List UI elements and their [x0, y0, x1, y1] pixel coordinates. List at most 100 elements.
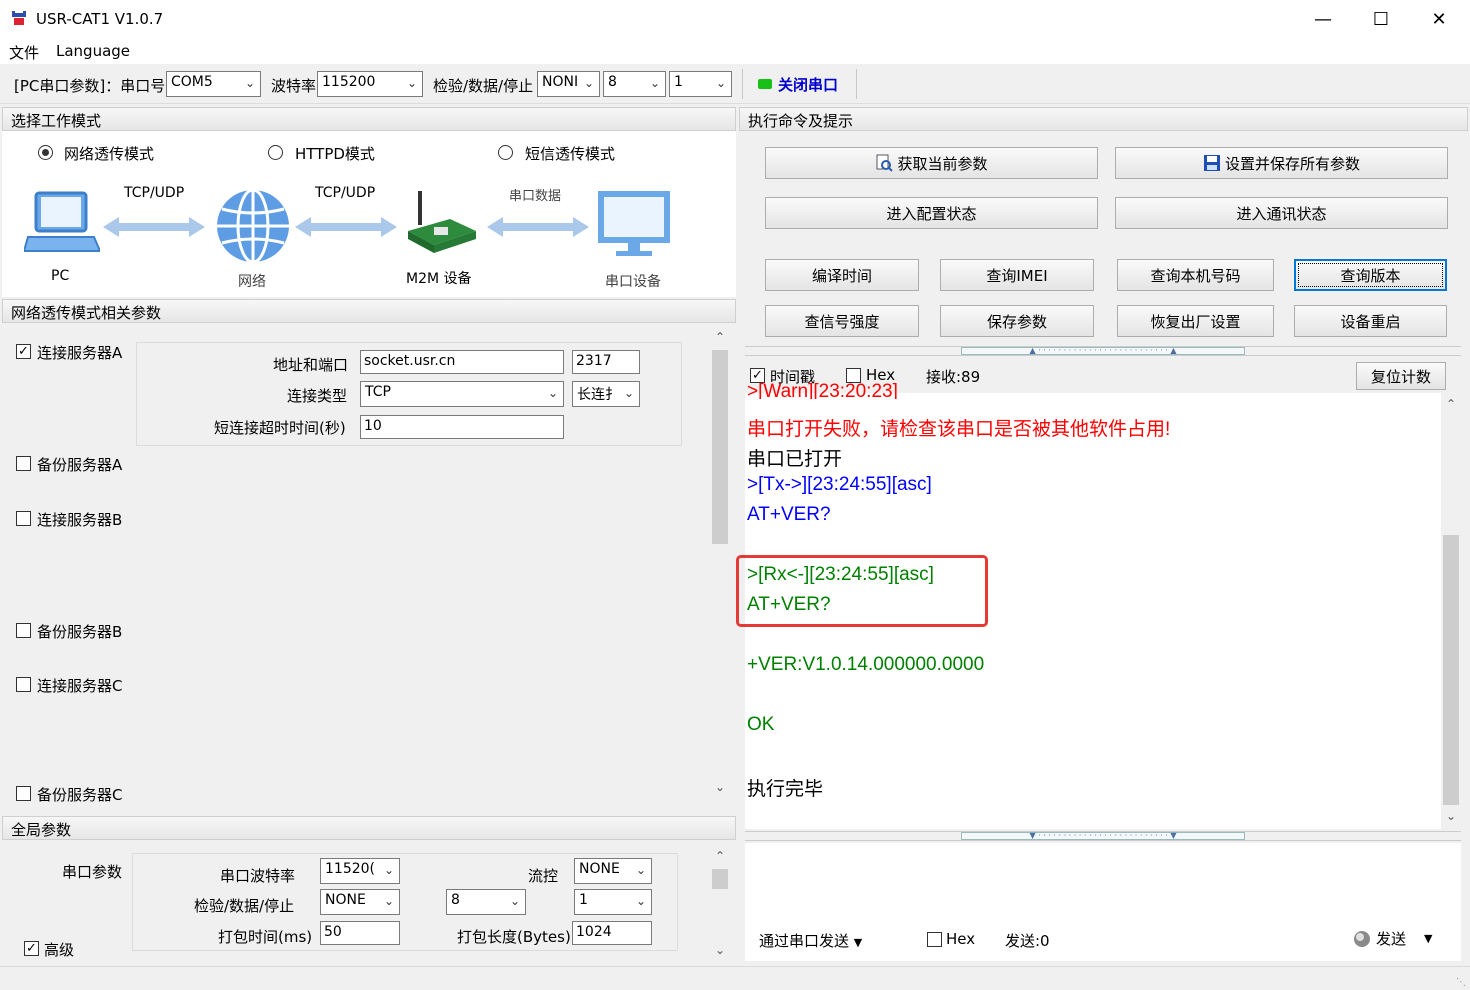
resize-grip-icon[interactable]: ⋱: [1456, 977, 1466, 988]
option-httpd-mode[interactable]: HTTPD模式: [295, 143, 375, 164]
close-button[interactable]: ✕: [1410, 0, 1468, 38]
backup-server-a-checkbox[interactable]: [16, 456, 31, 471]
chevron-down-icon: ⌄: [383, 863, 394, 877]
scroll-up-icon[interactable]: ⌃: [710, 849, 730, 863]
monitor-icon: [598, 191, 670, 256]
save-all-params-button[interactable]: 设置并保存所有参数: [1115, 147, 1448, 179]
scroll-up-icon[interactable]: ⌃: [710, 330, 730, 344]
baud-select[interactable]: 115200 ⌄: [317, 71, 423, 97]
chevron-down-icon: ⌄: [715, 76, 726, 90]
timeout-input[interactable]: 10: [360, 415, 564, 439]
option-network-mode[interactable]: 网络透传模式: [64, 143, 154, 164]
chevron-down-icon: ⌄: [406, 76, 417, 90]
send-hex-checkbox[interactable]: [927, 932, 942, 947]
advanced-label: 高级: [44, 941, 75, 959]
global-scrollbar[interactable]: ⌃ ⌄: [710, 847, 732, 963]
chevron-down-icon: ⌄: [547, 386, 558, 400]
chevron-down-icon: ⌄: [383, 894, 394, 908]
sent-count: 发送:0: [1005, 932, 1050, 950]
conn-mode-select[interactable]: 长连扌 ⌄: [572, 381, 640, 407]
server-c-checkbox[interactable]: [16, 677, 31, 692]
send-via-dropdown[interactable]: 通过串口发送 ▼: [759, 930, 862, 951]
log-line: >[Tx->][23:24:55][asc]: [747, 474, 932, 495]
menu-language[interactable]: Language: [56, 42, 130, 60]
parity-select[interactable]: NONI ⌄: [537, 71, 600, 97]
backup-server-b-checkbox[interactable]: [16, 623, 31, 638]
global-baud-select[interactable]: 11520(⌄: [320, 858, 400, 884]
net-params-panel: ✓ 连接服务器A 地址和端口 socket.usr.cn 2317 连接类型 T…: [2, 324, 736, 802]
scroll-down-icon[interactable]: ⌄: [1441, 809, 1461, 823]
save-params-button[interactable]: 保存参数: [940, 305, 1094, 337]
server-b-checkbox[interactable]: [16, 511, 31, 526]
stop-bits-select[interactable]: 1 ⌄: [669, 71, 732, 97]
log-line: +VER:V1.0.14.000000.0000: [747, 654, 985, 675]
query-number-button[interactable]: 查询本机号码: [1117, 259, 1274, 291]
scroll-thumb[interactable]: [712, 350, 728, 544]
global-data-bits-select[interactable]: 8 ⌄: [446, 889, 526, 915]
scroll-down-icon[interactable]: ⌄: [710, 943, 730, 957]
global-baud-label: 串口波特率: [220, 867, 296, 885]
close-port-button[interactable]: 关闭串口: [748, 69, 854, 99]
chevron-down-icon: ⌄: [509, 894, 520, 908]
data-bits-select[interactable]: 8 ⌄: [603, 71, 666, 97]
net-params-scrollbar[interactable]: ⌃ ⌄: [710, 324, 732, 802]
signal-strength-button[interactable]: 查信号强度: [765, 305, 919, 337]
reset-count-button[interactable]: 复位计数: [1356, 362, 1446, 390]
query-imei-button[interactable]: 查询IMEI: [940, 259, 1094, 291]
option-sms-mode[interactable]: 短信透传模式: [525, 143, 615, 164]
scroll-thumb[interactable]: [712, 869, 728, 889]
query-version-button[interactable]: 查询版本: [1294, 259, 1447, 291]
window-title: USR-CAT1 V1.0.7: [36, 10, 164, 28]
splitter-grip[interactable]: ▲ · · · · · · · · · · · · · · · · · · · …: [961, 347, 1245, 355]
compile-time-button[interactable]: 编译时间: [765, 259, 919, 291]
pack-time-input[interactable]: 50: [320, 921, 400, 945]
server-a-port-input[interactable]: 2317: [572, 350, 640, 374]
globe-icon: [217, 188, 289, 264]
double-arrow-icon: [295, 217, 397, 237]
conn-type-select[interactable]: TCP ⌄: [360, 381, 564, 407]
toolbar-separator: [742, 69, 743, 99]
minimize-button[interactable]: —: [1294, 0, 1352, 38]
log-line: >[Warn][23:20:23]: [747, 381, 898, 399]
port-select[interactable]: COM5 ⌄: [166, 71, 261, 97]
commands-header: 执行命令及提示: [739, 107, 1468, 131]
enter-config-button[interactable]: 进入配置状态: [765, 197, 1098, 229]
send-button[interactable]: 发送 ▼: [1352, 928, 1432, 949]
dropdown-arrow-icon: ▼: [853, 936, 863, 949]
maximize-button[interactable]: ☐: [1352, 0, 1410, 38]
double-arrow-icon: [103, 217, 205, 237]
title-bar: USR-CAT1 V1.0.7 — ☐ ✕: [0, 0, 1470, 38]
backup-server-a-label: 备份服务器A: [37, 456, 123, 474]
flow-select[interactable]: NONE ⌄: [574, 858, 652, 884]
get-params-button[interactable]: 获取当前参数: [765, 147, 1098, 179]
device-restart-button[interactable]: 设备重启: [1294, 305, 1447, 337]
backup-server-c-checkbox[interactable]: [16, 786, 31, 801]
radio-network-mode[interactable]: [38, 145, 53, 160]
global-check-label: 检验/数据/停止: [194, 897, 295, 915]
global-parity-select[interactable]: NONE ⌄: [320, 889, 400, 915]
splitter-bottom[interactable]: ▼ · · · · · · · · · · · · · · · · · · · …: [745, 831, 1461, 841]
scroll-down-icon[interactable]: ⌄: [710, 780, 730, 794]
global-stop-bits-select[interactable]: 1 ⌄: [574, 889, 652, 915]
scroll-up-icon[interactable]: ⌃: [1441, 397, 1461, 411]
send-icon: [1354, 930, 1370, 947]
advanced-checkbox[interactable]: ✓: [24, 941, 39, 956]
addr-label: 地址和端口: [273, 356, 349, 374]
splitter-grip[interactable]: ▼ · · · · · · · · · · · · · · · · · · · …: [961, 832, 1245, 840]
backup-server-b-label: 备份服务器B: [37, 623, 123, 641]
log-scrollbar[interactable]: ⌃ ⌄: [1441, 393, 1461, 829]
server-a-checkbox[interactable]: ✓: [16, 344, 31, 359]
scroll-thumb[interactable]: [1443, 535, 1459, 805]
factory-reset-button[interactable]: 恢复出厂设置: [1117, 305, 1274, 337]
status-bar: ⋱: [0, 966, 1470, 990]
enter-comm-button[interactable]: 进入通讯状态: [1115, 197, 1448, 229]
radio-httpd-mode[interactable]: [268, 145, 283, 160]
menu-file[interactable]: 文件: [9, 42, 39, 63]
pack-len-input[interactable]: 1024: [572, 921, 652, 945]
splitter-top[interactable]: ▲ · · · · · · · · · · · · · · · · · · · …: [745, 346, 1461, 356]
diagram-proto2-label: TCP/UDP: [315, 185, 376, 201]
highlight-box: [736, 555, 988, 627]
radio-sms-mode[interactable]: [498, 145, 513, 160]
chevron-down-icon: ⌄: [623, 386, 634, 400]
server-a-address-input[interactable]: socket.usr.cn: [360, 350, 564, 374]
